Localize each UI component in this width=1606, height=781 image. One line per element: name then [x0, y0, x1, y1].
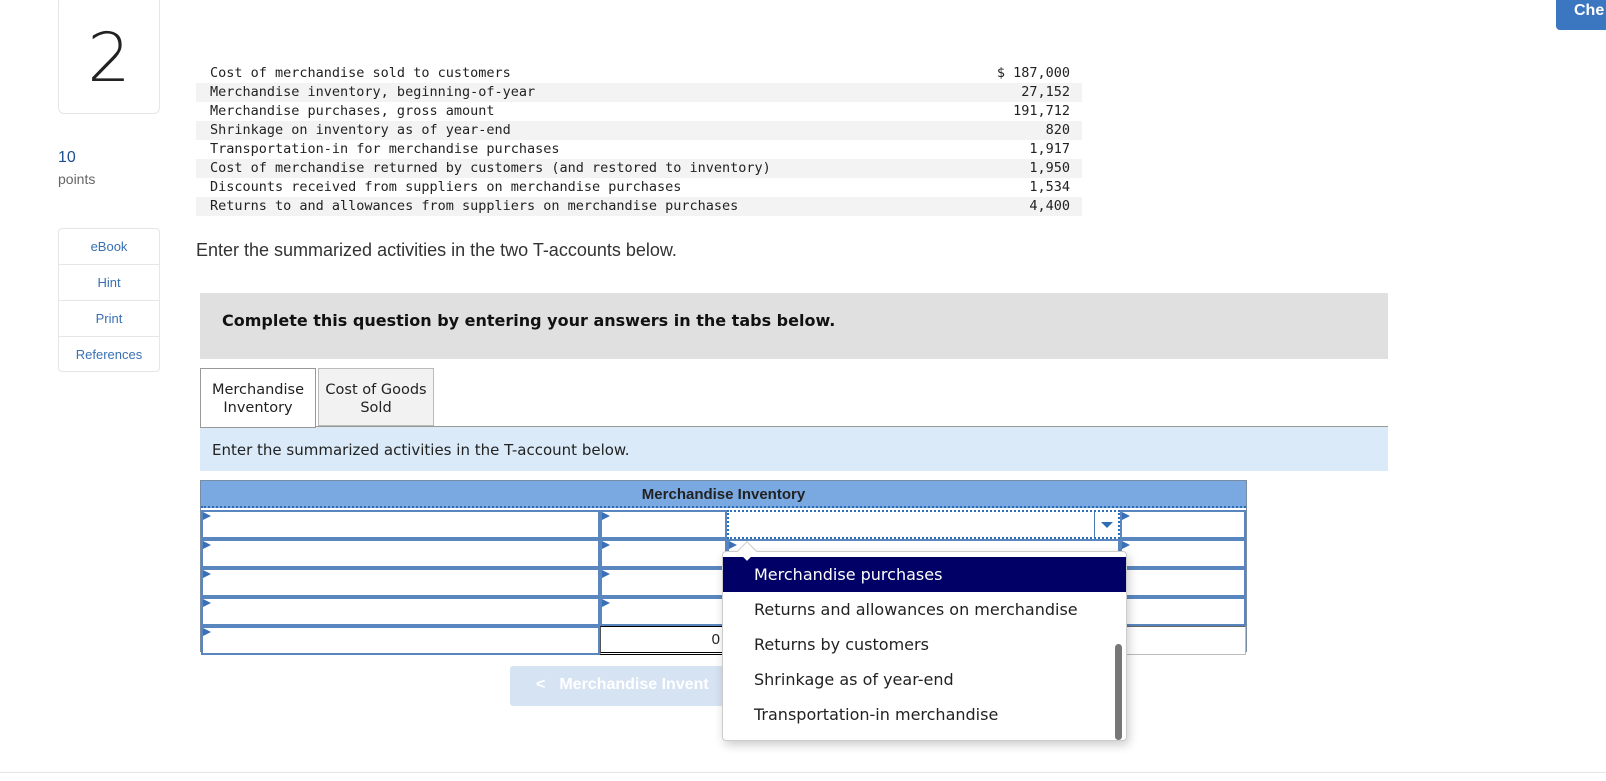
check-my-work-button[interactable]: Che [1556, 0, 1606, 30]
debit-account-select[interactable] [201, 597, 600, 626]
question-banner: Complete this question by entering your … [200, 293, 1388, 359]
debit-amount-input[interactable] [600, 568, 727, 597]
debit-amount-input[interactable] [600, 510, 727, 539]
debit-account-select[interactable] [201, 510, 600, 539]
tab-merchandise-inventory[interactable]: Merchandise Inventory [200, 368, 316, 428]
row-label: Merchandise purchases, gross amount [210, 103, 495, 119]
row-amount: 820 [954, 121, 1082, 140]
debit-amount-input[interactable] [600, 539, 727, 568]
row-amount: 191,712 [1013, 103, 1070, 119]
credit-amount-input[interactable] [1120, 568, 1246, 597]
question-number-box: 2 [58, 0, 160, 114]
dropdown-option[interactable]: Shrinkage as of year-end [723, 662, 1126, 697]
tab-bar: Merchandise Inventory Cost of Goods Sold [200, 368, 434, 428]
table-row: Returns to and allowances from suppliers… [196, 197, 1082, 216]
table-row: Shrinkage on inventory as of year-end 820 [196, 121, 1082, 140]
debit-balance-label-select[interactable] [201, 626, 600, 655]
table-row: Transportation-in for merchandise purcha… [196, 140, 1082, 159]
row-amount: 1,950 [954, 159, 1082, 178]
points-label: points [58, 171, 96, 187]
debit-total: 0 [600, 626, 727, 655]
dropdown-option[interactable]: Returns and allowances on merchandise [723, 592, 1126, 627]
row-amount: 1,534 [1029, 179, 1070, 195]
references-link[interactable]: References [59, 337, 159, 371]
row-amount: 27,152 [954, 83, 1082, 102]
row-label: Discounts received from suppliers on mer… [210, 179, 682, 195]
instruction-text: Enter the summarized activities in the t… [196, 240, 677, 260]
ebook-link[interactable]: eBook [59, 229, 159, 265]
debit-account-select[interactable] [201, 568, 600, 597]
t-account-title: Merchandise Inventory [201, 481, 1246, 508]
row-amount: 1,917 [1029, 141, 1070, 157]
row-label: Transportation-in for merchandise purcha… [210, 141, 560, 157]
row-amount: 4,400 [954, 197, 1082, 216]
row-amount: $ 187,000 [996, 65, 1070, 81]
row-label: Cost of merchandise sold to customers [210, 65, 511, 81]
debit-account-select[interactable] [201, 539, 600, 568]
table-row: Discounts received from suppliers on mer… [196, 178, 1082, 197]
credit-amount-input[interactable] [1120, 510, 1246, 539]
table-row: Merchandise inventory, beginning-of-year… [196, 83, 1082, 102]
tab-instruction-text: Enter the summarized activities in the T… [212, 441, 630, 459]
dropdown-option[interactable]: Returns by customers [723, 627, 1126, 662]
account-dropdown-list: Merchandise purchases Returns and allowa… [722, 551, 1127, 741]
dropdown-scrollbar[interactable] [1115, 644, 1122, 740]
points-value: 10 [58, 149, 76, 166]
table-row: Merchandise purchases, gross amount 191,7… [196, 102, 1082, 121]
table-row: Cost of merchandise sold to customers $ 1… [196, 64, 1082, 83]
credit-account-select[interactable] [727, 510, 1120, 539]
credit-total [1120, 626, 1246, 655]
chevron-left-icon: < [536, 676, 546, 693]
dropdown-option[interactable]: Merchandise purchases [723, 557, 1126, 592]
print-link[interactable]: Print [59, 301, 159, 337]
row-label: Shrinkage on inventory as of year-end [196, 121, 955, 140]
footer-divider [0, 772, 1606, 773]
given-data-table: Cost of merchandise sold to customers $ 1… [196, 64, 1082, 216]
tab-instruction-banner: Enter the summarized activities in the T… [200, 427, 1388, 471]
t-account-row [201, 510, 1246, 539]
tab-cost-of-goods-sold[interactable]: Cost of Goods Sold [318, 368, 434, 426]
dropdown-option[interactable]: Transportation-in merchandise [723, 697, 1126, 732]
hint-link[interactable]: Hint [59, 265, 159, 301]
chevron-down-icon[interactable] [1094, 512, 1118, 537]
banner-text: Complete this question by entering your … [222, 311, 836, 330]
prev-tab-label: Merchandise Invent [559, 676, 709, 693]
table-row: Cost of merchandise returned by customer… [196, 159, 1082, 178]
row-label: Merchandise inventory, beginning-of-year [196, 83, 955, 102]
row-label: Returns to and allowances from suppliers… [196, 197, 955, 216]
question-number: 2 [87, 18, 131, 98]
credit-amount-input[interactable] [1120, 597, 1246, 626]
row-label: Cost of merchandise returned by customer… [196, 159, 955, 178]
credit-amount-input[interactable] [1120, 539, 1246, 568]
debit-amount-input[interactable] [600, 597, 727, 626]
side-links: eBook Hint Print References [58, 228, 160, 372]
